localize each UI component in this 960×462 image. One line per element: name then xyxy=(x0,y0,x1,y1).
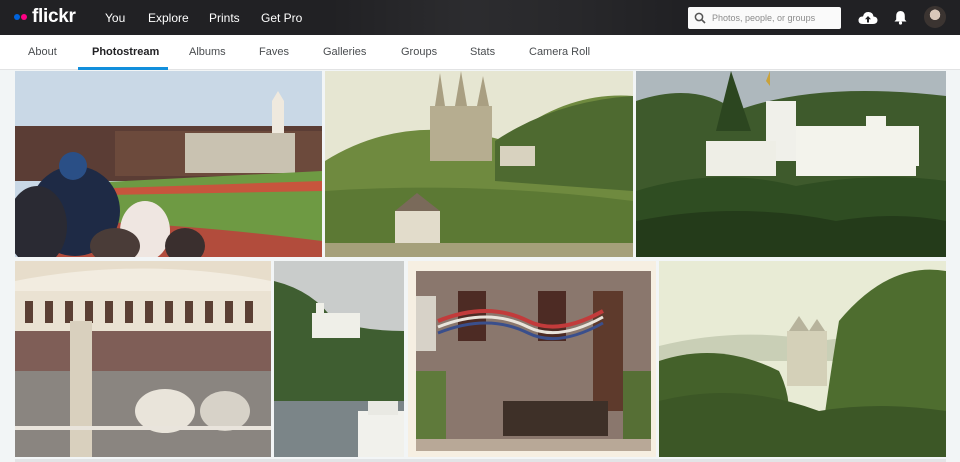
tab-camera-roll[interactable]: Camera Roll xyxy=(529,46,590,58)
tab-stats[interactable]: Stats xyxy=(470,46,495,58)
notification-bell-icon[interactable] xyxy=(892,6,908,29)
tab-galleries[interactable]: Galleries xyxy=(323,46,366,58)
upload-cloud-icon[interactable] xyxy=(857,6,879,29)
nav-get-pro[interactable]: Get Pro xyxy=(261,11,302,25)
photostream-tabs: About Photostream Albums Faves Galleries… xyxy=(0,35,960,70)
avatar[interactable] xyxy=(924,6,946,28)
nav-you[interactable]: You xyxy=(105,11,125,25)
nav-prints[interactable]: Prints xyxy=(209,11,240,25)
top-bar: flickr You Explore Prints Get Pro xyxy=(0,0,960,35)
tab-about[interactable]: About xyxy=(28,46,57,58)
photo-stadium-crowd-track[interactable] xyxy=(15,71,322,257)
photo-castle-river-boat[interactable] xyxy=(274,261,404,457)
photo-gothic-church-hillside[interactable] xyxy=(325,71,633,257)
photo-carousel[interactable] xyxy=(15,261,271,457)
tab-albums[interactable]: Albums xyxy=(189,46,226,58)
logo-pink-dot xyxy=(21,14,27,20)
logo-blue-dot xyxy=(14,14,20,20)
search-input[interactable] xyxy=(712,13,834,23)
tab-faves[interactable]: Faves xyxy=(259,46,289,58)
logo-wordmark: flickr xyxy=(32,6,76,27)
nav-explore[interactable]: Explore xyxy=(148,11,189,25)
search-icon xyxy=(688,7,712,29)
photo-castle-valley-view[interactable] xyxy=(659,261,946,457)
photo-white-castle-trees[interactable] xyxy=(636,71,946,257)
tab-groups[interactable]: Groups xyxy=(401,46,437,58)
tab-photostream[interactable]: Photostream xyxy=(92,46,159,58)
flickr-logo[interactable]: flickr xyxy=(14,6,76,28)
active-tab-indicator xyxy=(78,67,168,70)
photo-brick-house-bunting[interactable] xyxy=(408,261,656,457)
search-box[interactable] xyxy=(688,7,841,29)
